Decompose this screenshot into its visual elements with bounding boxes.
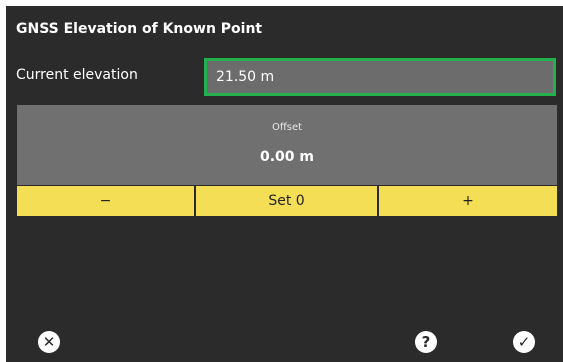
set-zero-button[interactable]: Set 0	[196, 186, 377, 216]
dialog-title: GNSS Elevation of Known Point	[16, 21, 263, 37]
current-elevation-field[interactable]: 21.50 m	[204, 58, 556, 96]
confirm-icon[interactable]: ✓	[513, 331, 535, 353]
help-icon[interactable]: ?	[415, 331, 437, 353]
cancel-icon[interactable]: ✕	[38, 331, 60, 353]
increase-offset-button[interactable]: +	[379, 186, 557, 216]
decrease-offset-button[interactable]: −	[17, 186, 194, 216]
offset-label: Offset	[271, 122, 303, 133]
gnss-elevation-dialog: GNSS Elevation of Known Point Current el…	[6, 6, 563, 362]
offset-value: 0.00 m	[259, 149, 314, 165]
current-elevation-label: Current elevation	[16, 67, 138, 83]
offset-panel: Offset 0.00 m	[17, 105, 557, 185]
